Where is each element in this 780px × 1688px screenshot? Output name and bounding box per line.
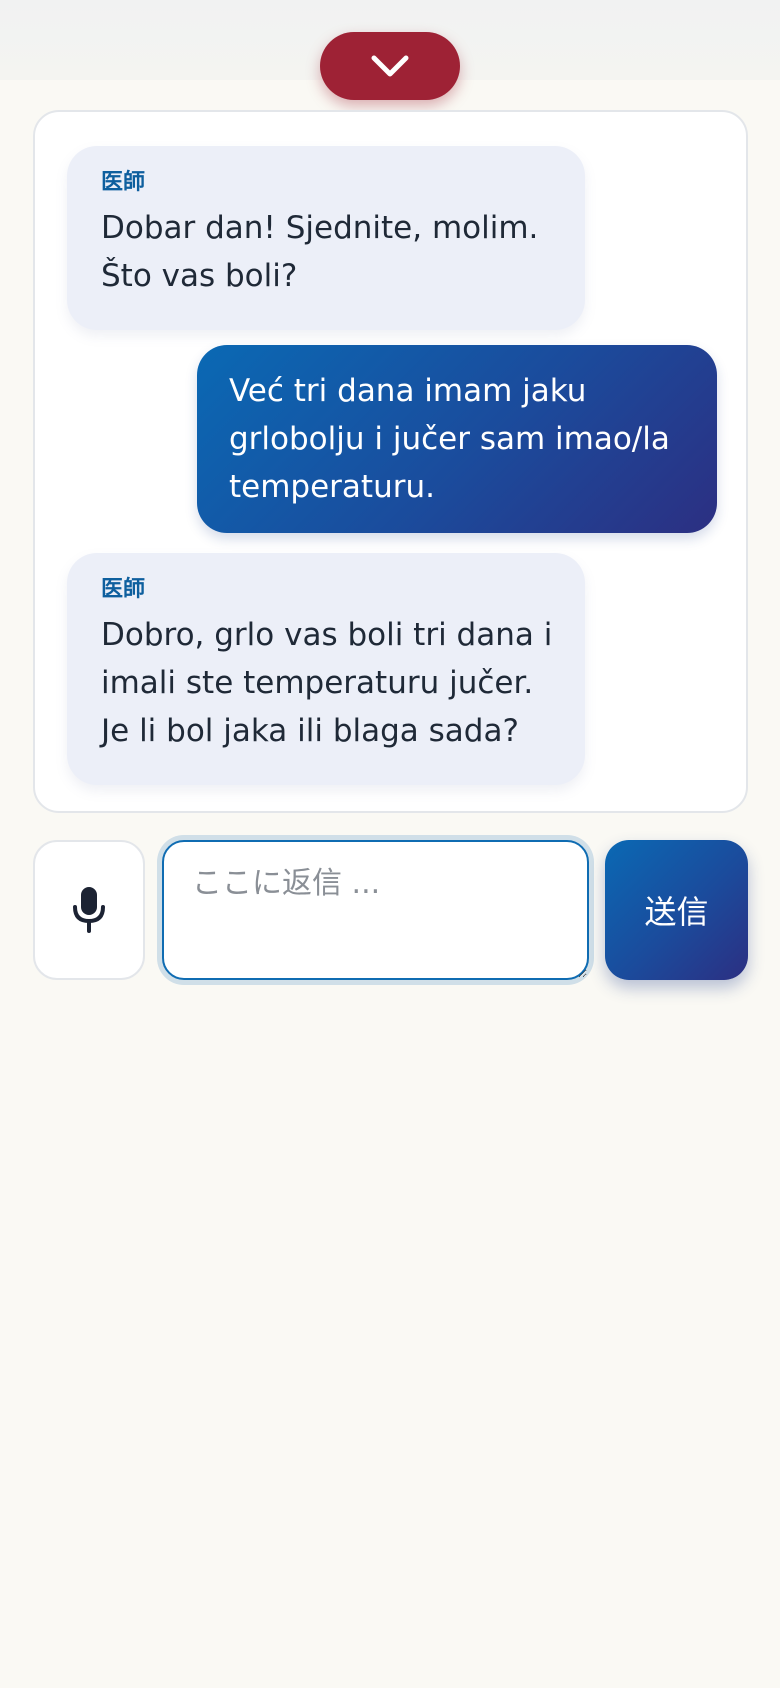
message-text: Dobar dan! Sjednite, molim. Što vas boli… (101, 210, 539, 294)
microphone-button[interactable] (33, 840, 145, 980)
chevron-down-icon (371, 55, 409, 77)
doctor-message: 医師 Dobro, grlo vas boli tri dana i imali… (67, 553, 585, 785)
chat-panel: 医師 Dobar dan! Sjednite, molim. Što vas b… (33, 110, 748, 813)
reply-input[interactable] (162, 840, 589, 980)
speaker-label: 医師 (101, 577, 146, 602)
patient-message: Već tri dana imam jaku grlobolju i jučer… (197, 345, 717, 533)
doctor-message: 医師 Dobar dan! Sjednite, molim. Što vas b… (67, 146, 585, 330)
microphone-icon (73, 887, 105, 933)
message-text: Već tri dana imam jaku grlobolju i jučer… (229, 373, 670, 505)
speaker-label: 医師 (101, 170, 146, 195)
message-text: Dobro, grlo vas boli tri dana i imali st… (101, 617, 553, 749)
collapse-button[interactable] (320, 32, 460, 100)
send-button[interactable]: 送信 (605, 840, 748, 980)
